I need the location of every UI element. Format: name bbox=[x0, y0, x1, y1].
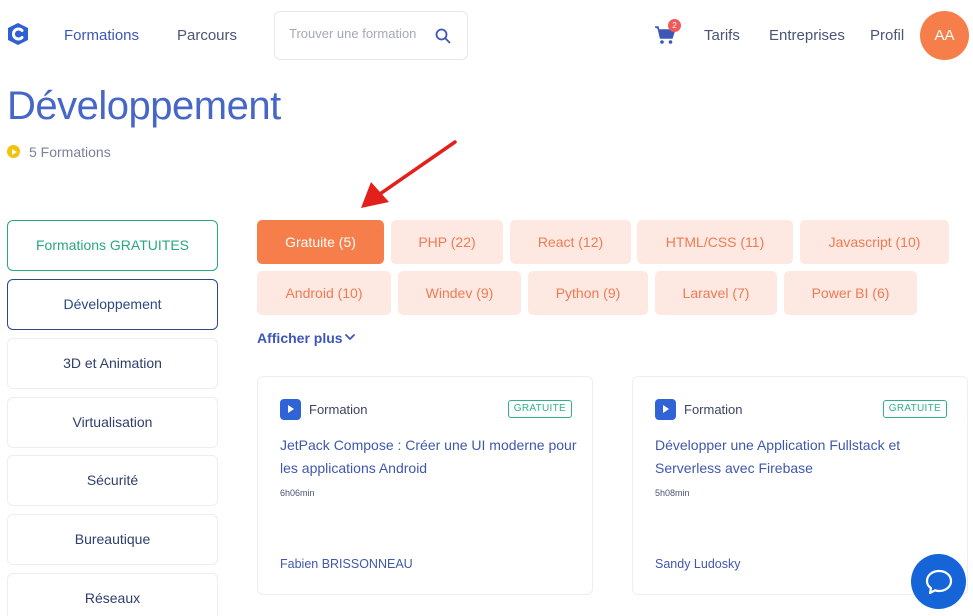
page-title: Développement bbox=[7, 84, 281, 128]
chat-bubble-icon bbox=[925, 569, 953, 595]
nav-entreprises[interactable]: Entreprises bbox=[769, 27, 845, 44]
logo-icon[interactable] bbox=[6, 22, 30, 46]
cart-count-badge: 2 bbox=[668, 19, 681, 32]
filter-power-bi[interactable]: Power BI (6) bbox=[784, 271, 917, 315]
course-type: Formation bbox=[684, 402, 743, 417]
filter-laravel[interactable]: Laravel (7) bbox=[655, 271, 777, 315]
filter-javascript[interactable]: Javascript (10) bbox=[800, 220, 949, 264]
filter-gratuite[interactable]: Gratuite (5) bbox=[257, 220, 384, 264]
course-card[interactable]: Formation GRATUITE JetPack Compose : Cré… bbox=[257, 376, 593, 595]
show-more-link[interactable]: Afficher plus bbox=[257, 330, 343, 346]
course-author[interactable]: Fabien BRISSONNEAU bbox=[280, 557, 413, 571]
play-icon bbox=[280, 399, 301, 420]
filter-react[interactable]: React (12) bbox=[510, 220, 631, 264]
course-title[interactable]: Développer une Application Fullstack et … bbox=[655, 434, 955, 480]
filter-php[interactable]: PHP (22) bbox=[391, 220, 503, 264]
avatar[interactable]: AA bbox=[920, 11, 969, 60]
filter-android[interactable]: Android (10) bbox=[257, 271, 391, 315]
course-duration: 6h06min bbox=[280, 488, 315, 498]
nav-parcours[interactable]: Parcours bbox=[177, 27, 237, 44]
sidebar-item-bureautique[interactable]: Bureautique bbox=[7, 514, 218, 565]
sidebar-item-virtualisation[interactable]: Virtualisation bbox=[7, 397, 218, 448]
sidebar-item-securite[interactable]: Sécurité bbox=[7, 455, 218, 506]
chevron-down-icon[interactable] bbox=[345, 332, 355, 342]
course-duration: 5h08min bbox=[655, 488, 690, 498]
free-badge: GRATUITE bbox=[882, 400, 947, 418]
filter-python[interactable]: Python (9) bbox=[528, 271, 648, 315]
filter-html-css[interactable]: HTML/CSS (11) bbox=[637, 220, 793, 264]
play-circle-icon bbox=[7, 145, 20, 158]
sidebar-item-3d-animation[interactable]: 3D et Animation bbox=[7, 338, 218, 389]
chat-button[interactable] bbox=[911, 554, 966, 609]
nav-tarifs[interactable]: Tarifs bbox=[704, 27, 740, 44]
sidebar-item-free[interactable]: Formations GRATUITES bbox=[7, 220, 218, 271]
course-author[interactable]: Sandy Ludosky bbox=[655, 557, 740, 571]
filter-windev[interactable]: Windev (9) bbox=[398, 271, 521, 315]
formations-count: 5 Formations bbox=[29, 144, 111, 160]
play-icon bbox=[655, 399, 676, 420]
course-type: Formation bbox=[309, 402, 368, 417]
course-title[interactable]: JetPack Compose : Créer une UI moderne p… bbox=[280, 434, 580, 480]
sidebar-item-developpement[interactable]: Développement bbox=[7, 279, 218, 330]
search-box bbox=[274, 11, 468, 60]
search-input[interactable] bbox=[289, 26, 429, 41]
nav-profil[interactable]: Profil bbox=[870, 27, 904, 44]
annotation-arrow-icon bbox=[361, 140, 457, 208]
nav-formations[interactable]: Formations bbox=[64, 27, 139, 44]
free-badge: GRATUITE bbox=[507, 400, 572, 418]
search-icon[interactable] bbox=[435, 28, 451, 44]
sidebar-item-reseaux[interactable]: Réseaux bbox=[7, 573, 218, 616]
